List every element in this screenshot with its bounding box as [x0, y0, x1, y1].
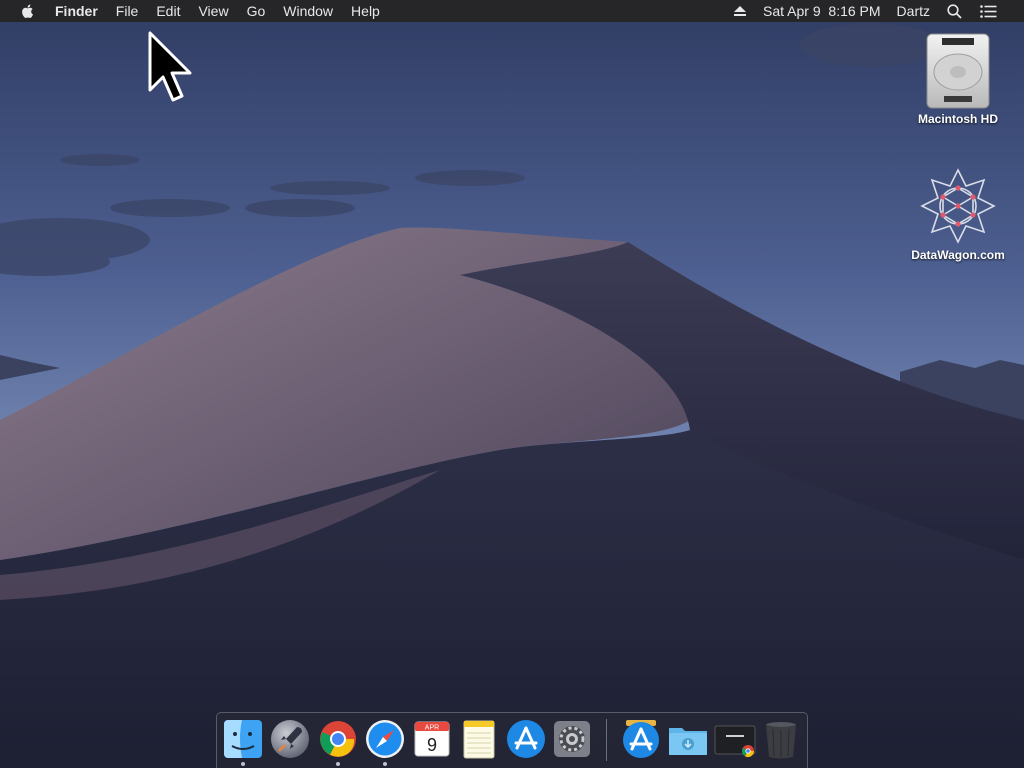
- menu-help[interactable]: Help: [342, 0, 389, 22]
- mouse-cursor-icon: [148, 31, 192, 102]
- dock-item-trash[interactable]: [760, 718, 802, 760]
- menu-view[interactable]: View: [189, 0, 237, 22]
- hard-drive-icon: [926, 33, 990, 109]
- app-store-icon: [623, 720, 659, 758]
- menu-go[interactable]: Go: [238, 0, 275, 22]
- menu-file[interactable]: File: [107, 0, 148, 22]
- chrome-icon: [320, 721, 356, 757]
- spotlight-search-icon[interactable]: [938, 0, 971, 22]
- eject-icon[interactable]: [725, 0, 755, 22]
- gear-icon: [554, 721, 590, 757]
- dock-item-downloads[interactable]: [667, 718, 709, 760]
- running-indicator: [241, 762, 245, 766]
- desktop-wallpaper: [0, 0, 1024, 768]
- app-store-icon: [507, 720, 545, 758]
- menu-edit[interactable]: Edit: [147, 0, 189, 22]
- desktop-icon-label: DataWagon.com: [911, 248, 1005, 262]
- finder-icon: [224, 720, 262, 758]
- desktop-icon-datawagon[interactable]: DataWagon.com: [903, 166, 1013, 262]
- menu-app-finder[interactable]: Finder: [46, 0, 107, 22]
- dock-separator: [606, 719, 607, 761]
- running-indicator: [336, 762, 340, 766]
- dock-item-safari[interactable]: [364, 718, 406, 766]
- notification-center-icon[interactable]: [971, 0, 1006, 22]
- apple-logo-icon[interactable]: [20, 3, 36, 19]
- dock-item-calendar[interactable]: APR 9: [411, 718, 453, 760]
- menu-bar: Finder File Edit View Go Window Help Sat…: [0, 0, 1024, 22]
- desktop-icon-label: Macintosh HD: [917, 112, 998, 126]
- desktop-icon-macintosh-hd[interactable]: Macintosh HD: [903, 30, 1013, 126]
- dock-item-app-store[interactable]: [505, 718, 547, 760]
- dock-item-chrome[interactable]: [317, 718, 359, 766]
- notes-icon: [463, 720, 495, 759]
- dock-item-applications[interactable]: [620, 718, 662, 760]
- dock-item-finder[interactable]: [222, 718, 264, 766]
- menu-window[interactable]: Window: [274, 0, 342, 22]
- calendar-icon: APR 9: [414, 721, 450, 757]
- menubar-clock[interactable]: Sat Apr 9 8:16 PM: [755, 0, 889, 22]
- dock-item-notes[interactable]: [458, 718, 500, 760]
- running-indicator: [383, 762, 387, 766]
- dock: APR 9: [216, 712, 808, 768]
- google-chrome-window-icon: [714, 725, 756, 758]
- safari-compass-icon: [366, 720, 404, 758]
- downloads-folder-icon: [669, 728, 707, 755]
- launchpad-rocket-icon: [271, 720, 309, 758]
- network-volume-icon: [920, 168, 996, 244]
- dock-item-chrome-stack[interactable]: [714, 718, 756, 760]
- dock-item-system-preferences[interactable]: [551, 718, 593, 760]
- dock-item-launchpad[interactable]: [269, 718, 311, 760]
- menubar-user-name[interactable]: Dartz: [889, 0, 938, 22]
- trash-icon: [766, 722, 796, 759]
- calendar-month-label: APR: [425, 725, 439, 732]
- calendar-day-label: 9: [427, 735, 437, 755]
